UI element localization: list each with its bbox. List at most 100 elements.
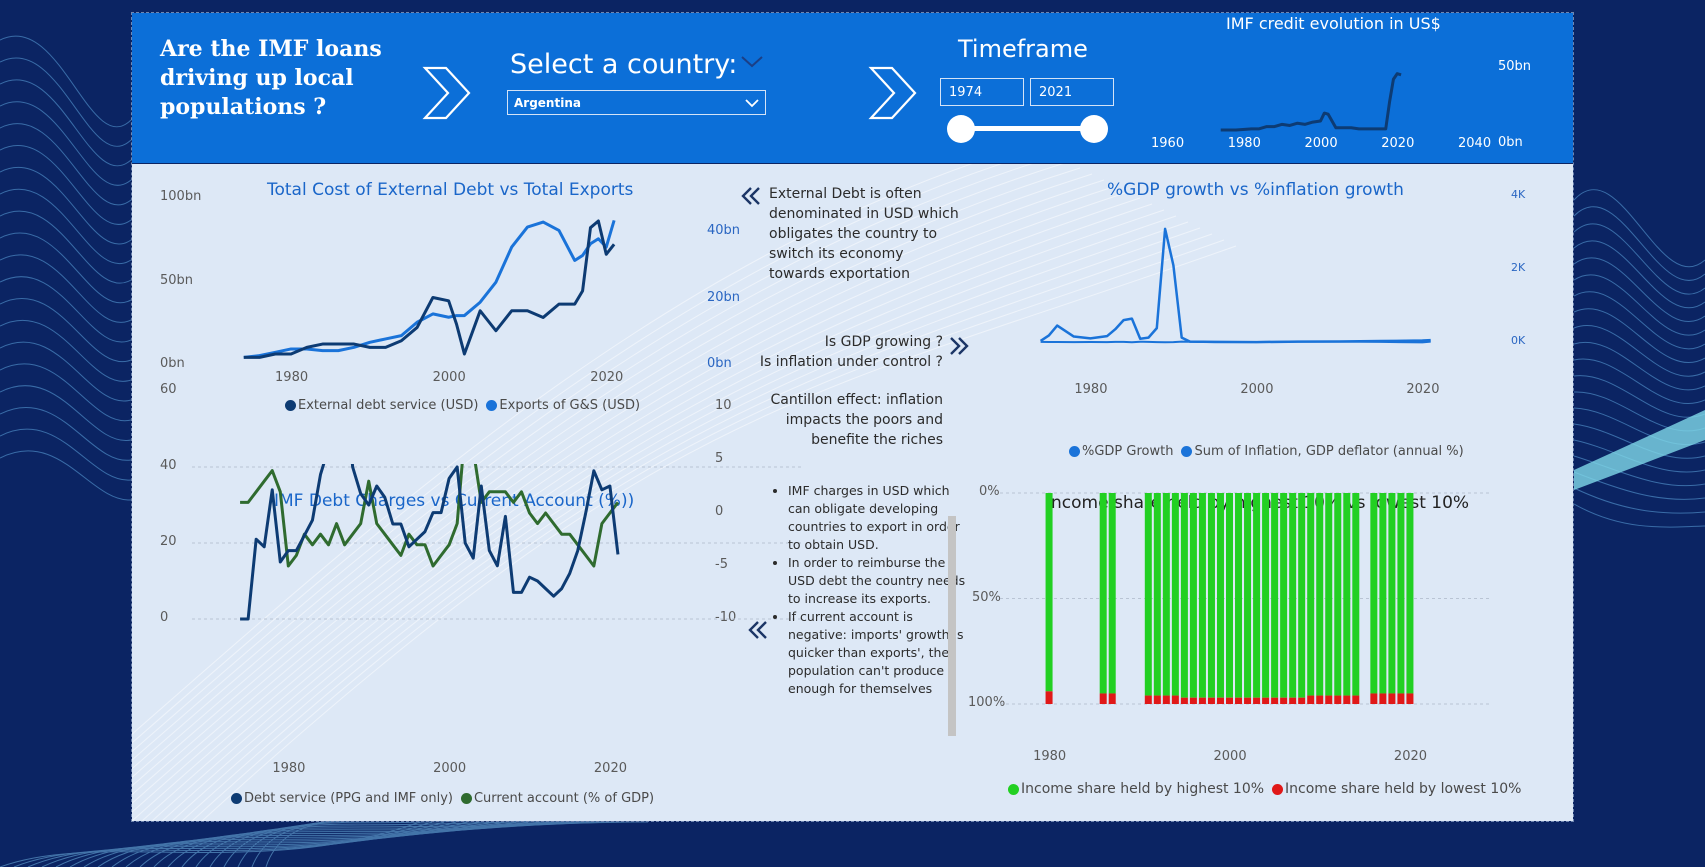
bar-lowest-10[interactable] <box>1316 695 1324 704</box>
bar-highest-10[interactable] <box>1325 493 1333 696</box>
bar-lowest-10[interactable] <box>1244 697 1252 704</box>
bar-lowest-10[interactable] <box>1406 693 1414 704</box>
bar-lowest-10[interactable] <box>1298 697 1306 704</box>
bar-highest-10[interactable] <box>1226 493 1233 698</box>
bar-highest-10[interactable] <box>1370 493 1378 694</box>
bar-lowest-10[interactable] <box>1388 693 1396 704</box>
bar-highest-10[interactable] <box>1099 493 1107 694</box>
bar-lowest-10[interactable] <box>1307 695 1315 704</box>
bar-highest-10[interactable] <box>1352 493 1360 696</box>
wave-line <box>0 210 132 284</box>
wave-line <box>0 254 132 323</box>
chart2-plot <box>1039 227 1431 344</box>
bar-highest-10[interactable] <box>1207 493 1215 698</box>
bar-lowest-10[interactable] <box>1162 695 1170 704</box>
bar-lowest-10[interactable] <box>1271 697 1279 704</box>
mini-chart-line <box>1220 72 1402 132</box>
legend-label: Income share held by lowest 10% <box>1285 781 1522 797</box>
bar-lowest-10[interactable] <box>1235 697 1243 704</box>
legend-dot <box>460 793 472 804</box>
chart2-legend: %GDP Growth Sum of Inflation, GDP deflat… <box>1069 444 1464 459</box>
bar-lowest-10[interactable] <box>1207 697 1215 704</box>
bar-highest-10[interactable] <box>1180 493 1188 698</box>
bar-highest-10[interactable] <box>1289 493 1297 698</box>
bar-highest-10[interactable] <box>1343 493 1351 696</box>
legend-item[interactable]: Income share held by lowest 10% <box>1272 781 1521 797</box>
wave-line <box>1573 206 1705 282</box>
bar-lowest-10[interactable] <box>1379 693 1387 704</box>
wave-line <box>0 232 132 304</box>
bar-lowest-10[interactable] <box>1216 697 1224 704</box>
bar-lowest-10[interactable] <box>1108 693 1116 704</box>
chart3-right-tick: 10 <box>715 398 732 413</box>
wave-line <box>1573 308 1705 364</box>
bar-highest-10[interactable] <box>1379 493 1387 694</box>
bar-lowest-10[interactable] <box>1198 697 1206 704</box>
legend-label: %GDP Growth <box>1082 444 1174 459</box>
bar-lowest-10[interactable] <box>1189 697 1197 704</box>
bar-highest-10[interactable] <box>1189 493 1197 698</box>
legend-item[interactable]: %GDP Growth <box>1069 444 1173 459</box>
wave-line <box>55 821 469 867</box>
bar-highest-10[interactable] <box>1388 493 1396 694</box>
legend-item[interactable]: Current account (% of GDP) <box>460 791 655 806</box>
legend-label: Current account (% of GDP) <box>473 791 655 806</box>
bar-highest-10[interactable] <box>1153 493 1161 696</box>
bar-highest-10[interactable] <box>1280 493 1288 698</box>
bar-highest-10[interactable] <box>1316 493 1324 696</box>
wave-line <box>0 297 132 363</box>
bar-lowest-10[interactable] <box>1280 697 1288 704</box>
wave-line <box>1573 223 1705 295</box>
bar-highest-10[interactable] <box>1244 493 1252 698</box>
bar-highest-10[interactable] <box>1171 493 1179 696</box>
bar-lowest-10[interactable] <box>1045 691 1053 704</box>
bar-lowest-10[interactable] <box>1099 693 1107 704</box>
bar-lowest-10[interactable] <box>1153 695 1161 704</box>
bar-highest-10[interactable] <box>1397 493 1405 694</box>
bar-lowest-10[interactable] <box>1334 695 1342 704</box>
bar-highest-10[interactable] <box>1253 493 1261 698</box>
bar-highest-10[interactable] <box>1235 493 1243 698</box>
bar-highest-10[interactable] <box>1198 493 1206 698</box>
chart2-series-gdp <box>1040 340 1431 344</box>
bar-highest-10[interactable] <box>1262 493 1270 698</box>
bar-lowest-10[interactable] <box>1253 697 1261 704</box>
chart3-legend: Debt service (PPG and IMF only) Current … <box>231 791 654 806</box>
bar-lowest-10[interactable] <box>1325 695 1333 704</box>
wave-line <box>0 35 132 128</box>
bar-lowest-10[interactable] <box>1370 693 1378 704</box>
bar-highest-10[interactable] <box>1162 493 1170 696</box>
legend-item[interactable]: Debt service (PPG and IMF only) <box>231 791 453 806</box>
bar-lowest-10[interactable] <box>1352 695 1360 704</box>
bar-lowest-10[interactable] <box>1289 697 1297 704</box>
chart4-legend: Income share held by highest 10% Income … <box>1008 781 1521 797</box>
bar-highest-10[interactable] <box>1271 493 1279 698</box>
legend-dot <box>231 793 242 804</box>
bar-lowest-10[interactable] <box>1397 693 1405 704</box>
bar-highest-10[interactable] <box>1307 493 1315 696</box>
legend-item[interactable]: Income share held by highest 10% <box>1008 781 1264 797</box>
wave-line <box>1573 189 1705 268</box>
mini-chart-plot <box>1220 72 1402 132</box>
bar-lowest-10[interactable] <box>1343 695 1351 704</box>
chart4-plot <box>1000 492 1492 705</box>
bar-lowest-10[interactable] <box>1144 695 1152 704</box>
wave-line <box>0 145 132 225</box>
legend-item[interactable]: Sum of Inflation, GDP deflator (annual %… <box>1181 444 1464 459</box>
bar-lowest-10[interactable] <box>1180 697 1188 704</box>
legend-dot <box>1008 783 1019 795</box>
wave-line <box>0 319 132 382</box>
main-panel: Total Cost of External Debt vs Total Exp… <box>132 164 1573 821</box>
bar-highest-10[interactable] <box>1334 493 1342 696</box>
bar-highest-10[interactable] <box>1298 493 1306 698</box>
bar-highest-10[interactable] <box>1216 493 1224 698</box>
bar-highest-10[interactable] <box>1406 493 1414 694</box>
bar-lowest-10[interactable] <box>1171 695 1179 704</box>
bar-highest-10[interactable] <box>1108 493 1116 694</box>
legend-label: Debt service (PPG and IMF only) <box>244 791 453 806</box>
bar-lowest-10[interactable] <box>1226 697 1233 704</box>
bar-lowest-10[interactable] <box>1262 697 1270 704</box>
bar-highest-10[interactable] <box>1045 493 1053 692</box>
bar-highest-10[interactable] <box>1144 493 1152 696</box>
wave-line <box>0 276 132 343</box>
